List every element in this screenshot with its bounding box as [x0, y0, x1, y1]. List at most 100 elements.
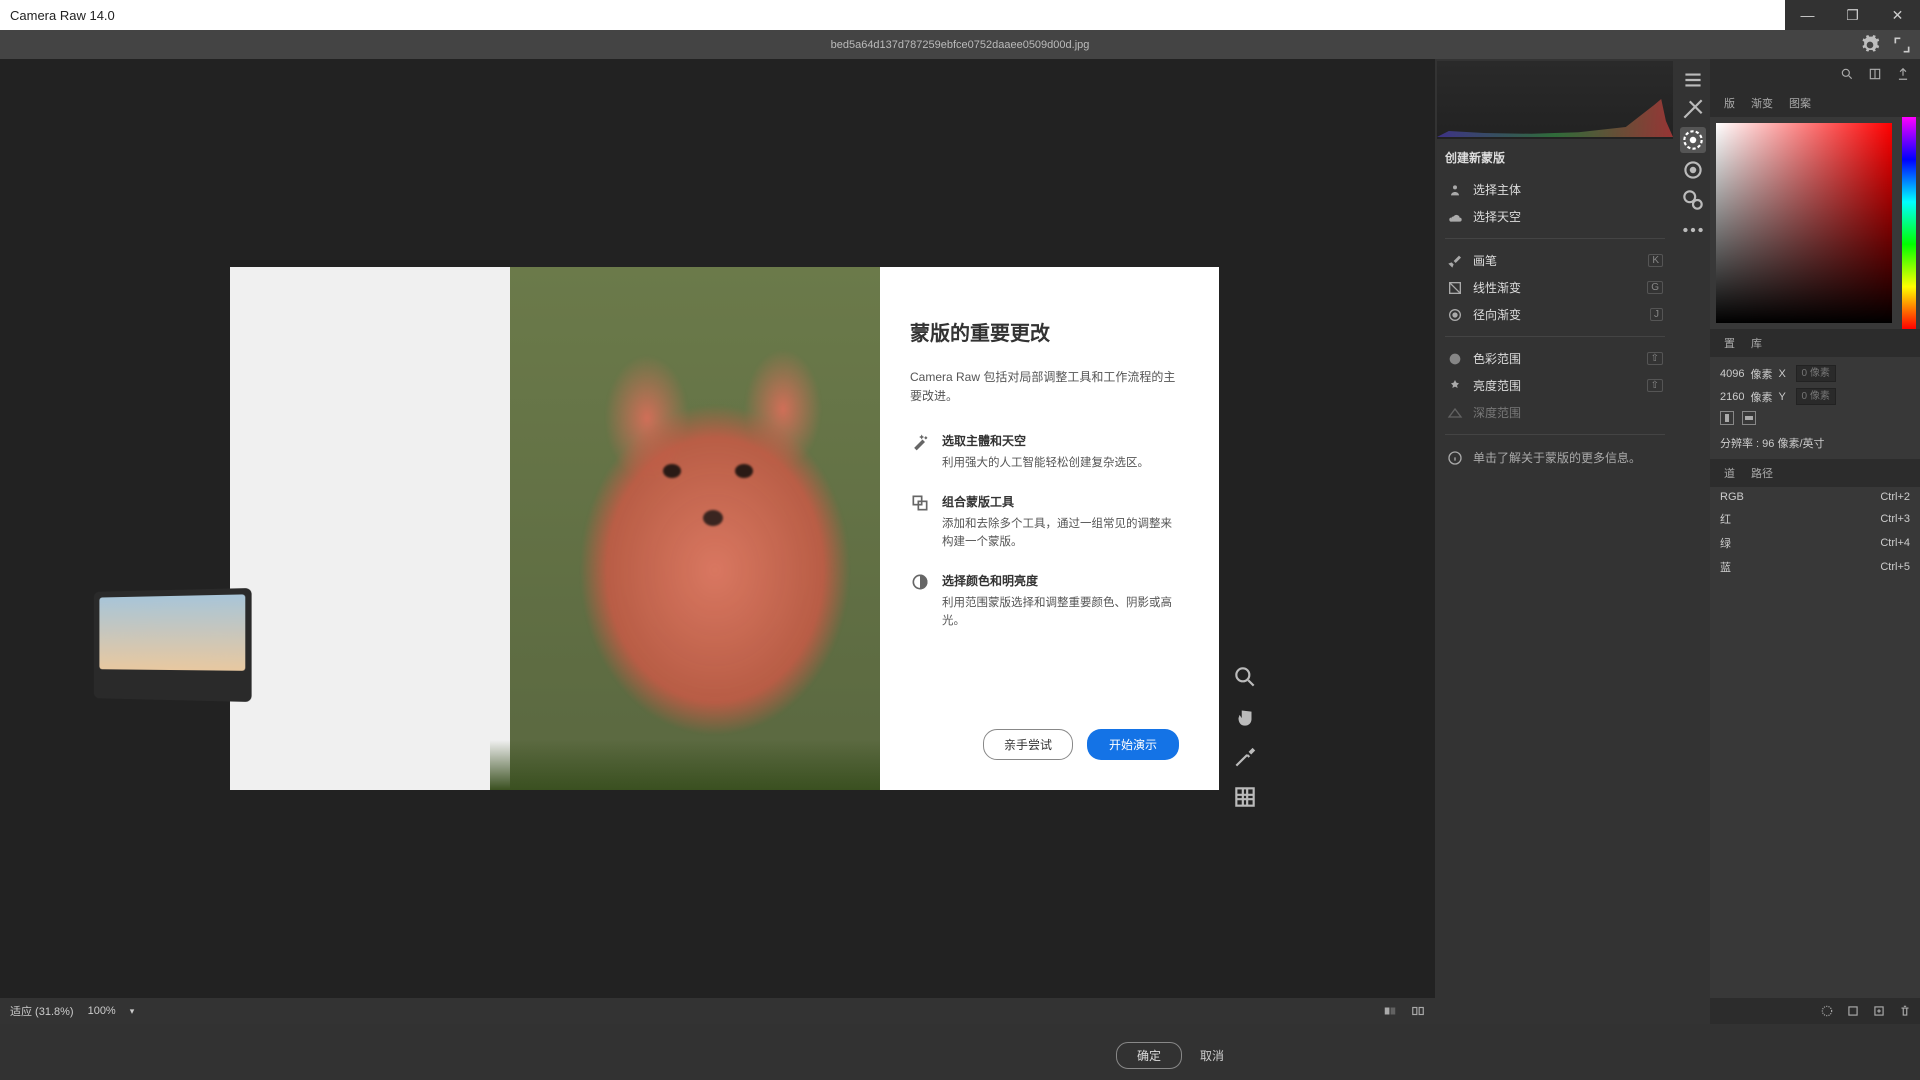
select-sky-item[interactable]: 选择天空	[1445, 203, 1665, 230]
channel-green[interactable]: 绿Ctrl+4	[1710, 531, 1920, 555]
edit-tool[interactable]	[1680, 67, 1706, 93]
x-input[interactable]	[1796, 365, 1836, 382]
height-value: 2160	[1720, 391, 1744, 403]
toolbar-right	[1860, 35, 1912, 55]
ps-bottom-icons	[1710, 998, 1920, 1024]
range-icon	[910, 572, 930, 592]
feature-title: 选取主體和天空	[942, 432, 1179, 449]
minimize-button[interactable]: —	[1785, 0, 1830, 30]
delete-channel-icon[interactable]	[1898, 1004, 1912, 1018]
radial-gradient-item[interactable]: 径向渐变 J	[1445, 301, 1665, 328]
channel-rgb[interactable]: RGBCtrl+2	[1710, 487, 1920, 507]
tab-patterns[interactable]: 图案	[1783, 93, 1817, 113]
color-picker[interactable]	[1716, 123, 1892, 323]
select-subject-label: 选择主体	[1473, 181, 1521, 198]
file-toolbar: bed5a64d137d787259ebfce0752daaee0509d00d…	[0, 30, 1920, 59]
height-row: 2160 像素 Y	[1720, 388, 1910, 405]
tab-paths[interactable]: 路径	[1745, 463, 1779, 483]
tab-channels[interactable]: 道	[1718, 463, 1741, 483]
learn-more-link[interactable]: 单击了解关于蒙版的更多信息。	[1445, 443, 1665, 472]
channel-blue[interactable]: 蓝Ctrl+5	[1710, 555, 1920, 579]
select-subject-item[interactable]: 选择主体	[1445, 176, 1665, 203]
portrait-icon[interactable]	[1720, 411, 1734, 425]
luminance-range-item[interactable]: 亮度范围 ⇧	[1445, 372, 1665, 399]
grid-tool[interactable]	[1232, 784, 1258, 810]
tab-properties[interactable]: 置	[1718, 333, 1741, 353]
cancel-button[interactable]: 取消	[1200, 1047, 1224, 1064]
feature-subject-sky: 选取主體和天空 利用强大的人工智能轻松创建复杂选区。	[910, 432, 1179, 473]
save-selection-icon[interactable]	[1846, 1004, 1860, 1018]
redeye-tool[interactable]	[1680, 157, 1706, 183]
settings-icon[interactable]	[1860, 35, 1880, 55]
canvas-footer: 适应 (31.8%) 100% ▾	[0, 998, 1435, 1024]
onboarding-title: 蒙版的重要更改	[910, 317, 1179, 346]
crop-tool[interactable]	[1680, 97, 1706, 123]
canvas-area: 蒙版的重要更改 Camera Raw 包括对局部调整工具和工作流程的主要改进。 …	[0, 59, 1435, 1024]
spot-removal-tool[interactable]	[1680, 187, 1706, 213]
before-after-icon[interactable]	[1383, 1004, 1397, 1018]
height-unit: 像素	[1750, 389, 1772, 405]
new-channel-icon[interactable]	[1872, 1004, 1886, 1018]
landscape-icon[interactable]	[1742, 411, 1756, 425]
new-selection-icon[interactable]	[1820, 1004, 1834, 1018]
main-area: 蒙版的重要更改 Camera Raw 包括对局部调整工具和工作流程的主要改进。 …	[0, 59, 1920, 1024]
laptop-mock-icon	[94, 588, 252, 702]
info-panel: 4096 像素 X 2160 像素 Y 分辨率 : 96 像素/英寸	[1710, 357, 1920, 459]
try-yourself-button[interactable]: 亲手尝试	[983, 729, 1073, 760]
search-icon[interactable]	[1840, 67, 1854, 81]
select-sky-label: 选择天空	[1473, 208, 1521, 225]
more-tool[interactable]	[1680, 217, 1706, 243]
compare-icon[interactable]	[1411, 1004, 1425, 1018]
fit-zoom-label[interactable]: 适应 (31.8%)	[10, 1003, 74, 1019]
workspace-icon[interactable]	[1868, 67, 1882, 81]
mask-panel: 创建新蒙版 选择主体 选择天空 画笔 K 线性渐变 G 径	[1435, 141, 1675, 480]
canvas-inner: 蒙版的重要更改 Camera Raw 包括对局部调整工具和工作流程的主要改进。 …	[0, 59, 1435, 998]
tab-gradients[interactable]: 渐变	[1745, 93, 1779, 113]
close-button[interactable]: ✕	[1875, 0, 1920, 30]
radial-gradient-icon	[1447, 307, 1463, 323]
camera-raw-footer: 确定 取消	[0, 1030, 1244, 1080]
filename-label: bed5a64d137d787259ebfce0752daaee0509d00d…	[831, 39, 1090, 51]
brush-shortcut: K	[1648, 254, 1663, 267]
fox-mask-overlay	[495, 317, 895, 777]
color-range-item[interactable]: 色彩范围 ⇧	[1445, 345, 1665, 372]
ok-button[interactable]: 确定	[1116, 1042, 1182, 1069]
wand-icon	[910, 432, 930, 452]
zoom-dropdown[interactable]: 100%	[88, 1005, 116, 1017]
width-value: 4096	[1720, 368, 1744, 380]
hand-tool[interactable]	[1232, 704, 1258, 730]
share-icon[interactable]	[1896, 67, 1910, 81]
tab-libraries[interactable]: 库	[1745, 333, 1768, 353]
brush-item[interactable]: 画笔 K	[1445, 247, 1665, 274]
depth-icon	[1447, 405, 1463, 421]
radial-shortcut: J	[1650, 308, 1663, 321]
y-input[interactable]	[1796, 388, 1836, 405]
x-label: X	[1778, 368, 1790, 380]
linear-gradient-icon	[1447, 280, 1463, 296]
feature-desc: 利用范围蒙版选择和调整重要颜色、阴影或高光。	[942, 595, 1179, 631]
tab-swatches[interactable]: 版	[1718, 93, 1741, 113]
onboarding-dialog: 蒙版的重要更改 Camera Raw 包括对局部调整工具和工作流程的主要改进。 …	[230, 267, 1219, 790]
hue-slider[interactable]	[1902, 117, 1916, 329]
title-bar: Camera Raw 14.0 — ❐ ✕	[0, 0, 1920, 30]
masking-tool[interactable]	[1680, 127, 1706, 153]
color-range-label: 色彩范围	[1473, 350, 1521, 367]
linear-gradient-item[interactable]: 线性渐变 G	[1445, 274, 1665, 301]
zoom-tool[interactable]	[1232, 664, 1258, 690]
maximize-button[interactable]: ❐	[1830, 0, 1875, 30]
shift-c-shortcut: ⇧	[1647, 352, 1663, 365]
histogram[interactable]	[1437, 61, 1673, 139]
photoshop-right-panel: 版 渐变 图案 置 库 4096 像素 X 2160 像素 Y	[1710, 59, 1920, 1024]
properties-tabs: 置 库	[1710, 329, 1920, 357]
stack-icon	[910, 493, 930, 513]
onboarding-desc: Camera Raw 包括对局部调整工具和工作流程的主要改进。	[910, 368, 1179, 406]
start-demo-button[interactable]: 开始演示	[1087, 729, 1179, 760]
feature-title: 选择颜色和明亮度	[942, 572, 1179, 589]
channel-red[interactable]: 红Ctrl+3	[1710, 507, 1920, 531]
fullscreen-icon[interactable]	[1892, 35, 1912, 55]
sampler-tool[interactable]	[1232, 744, 1258, 770]
app-title: Camera Raw 14.0	[10, 8, 115, 23]
width-unit: 像素	[1750, 366, 1772, 382]
shift-l-shortcut: ⇧	[1647, 379, 1663, 392]
ps-top-icons	[1710, 59, 1920, 89]
